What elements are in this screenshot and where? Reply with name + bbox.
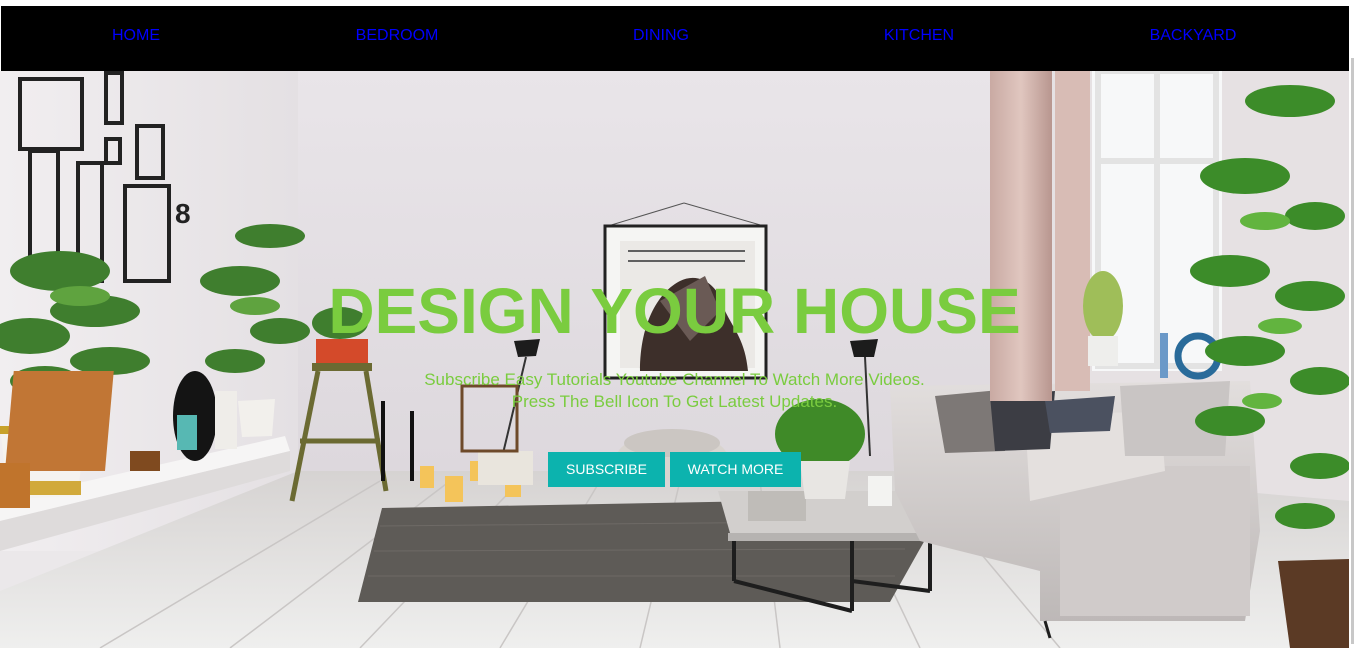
nav-link-dining[interactable]: DINING <box>633 27 689 45</box>
nav-link-backyard[interactable]: BACKYARD <box>1150 27 1237 45</box>
hero-background-image: 8 <box>0 71 1349 648</box>
hero-subtitle: Subscribe Easy Tutorials Youtube Channel… <box>0 369 1349 413</box>
hero-section: 8 DESIGN YOUR HOUSE Subscribe Easy Tutor… <box>0 71 1349 648</box>
svg-text:8: 8 <box>175 198 191 229</box>
scrollbar-thumb[interactable] <box>1351 58 1354 644</box>
nav-link-bedroom[interactable]: BEDROOM <box>356 27 439 45</box>
page: HOME BEDROOM DINING KITCHEN BACKYARD 8 D… <box>0 0 1355 648</box>
hero-subtitle-line-1: Subscribe Easy Tutorials Youtube Channel… <box>424 370 925 389</box>
hero-subtitle-line-2: Press The Bell Icon To Get Latest Update… <box>511 392 838 411</box>
hero-title: DESIGN YOUR HOUSE <box>328 275 1021 347</box>
watch-more-button[interactable]: WATCH MORE <box>670 452 801 487</box>
subscribe-button[interactable]: SUBSCRIBE <box>548 452 665 487</box>
nav-link-kitchen[interactable]: KITCHEN <box>884 27 954 45</box>
nav-link-home[interactable]: HOME <box>112 27 160 45</box>
top-navbar: HOME BEDROOM DINING KITCHEN BACKYARD <box>1 6 1349 71</box>
